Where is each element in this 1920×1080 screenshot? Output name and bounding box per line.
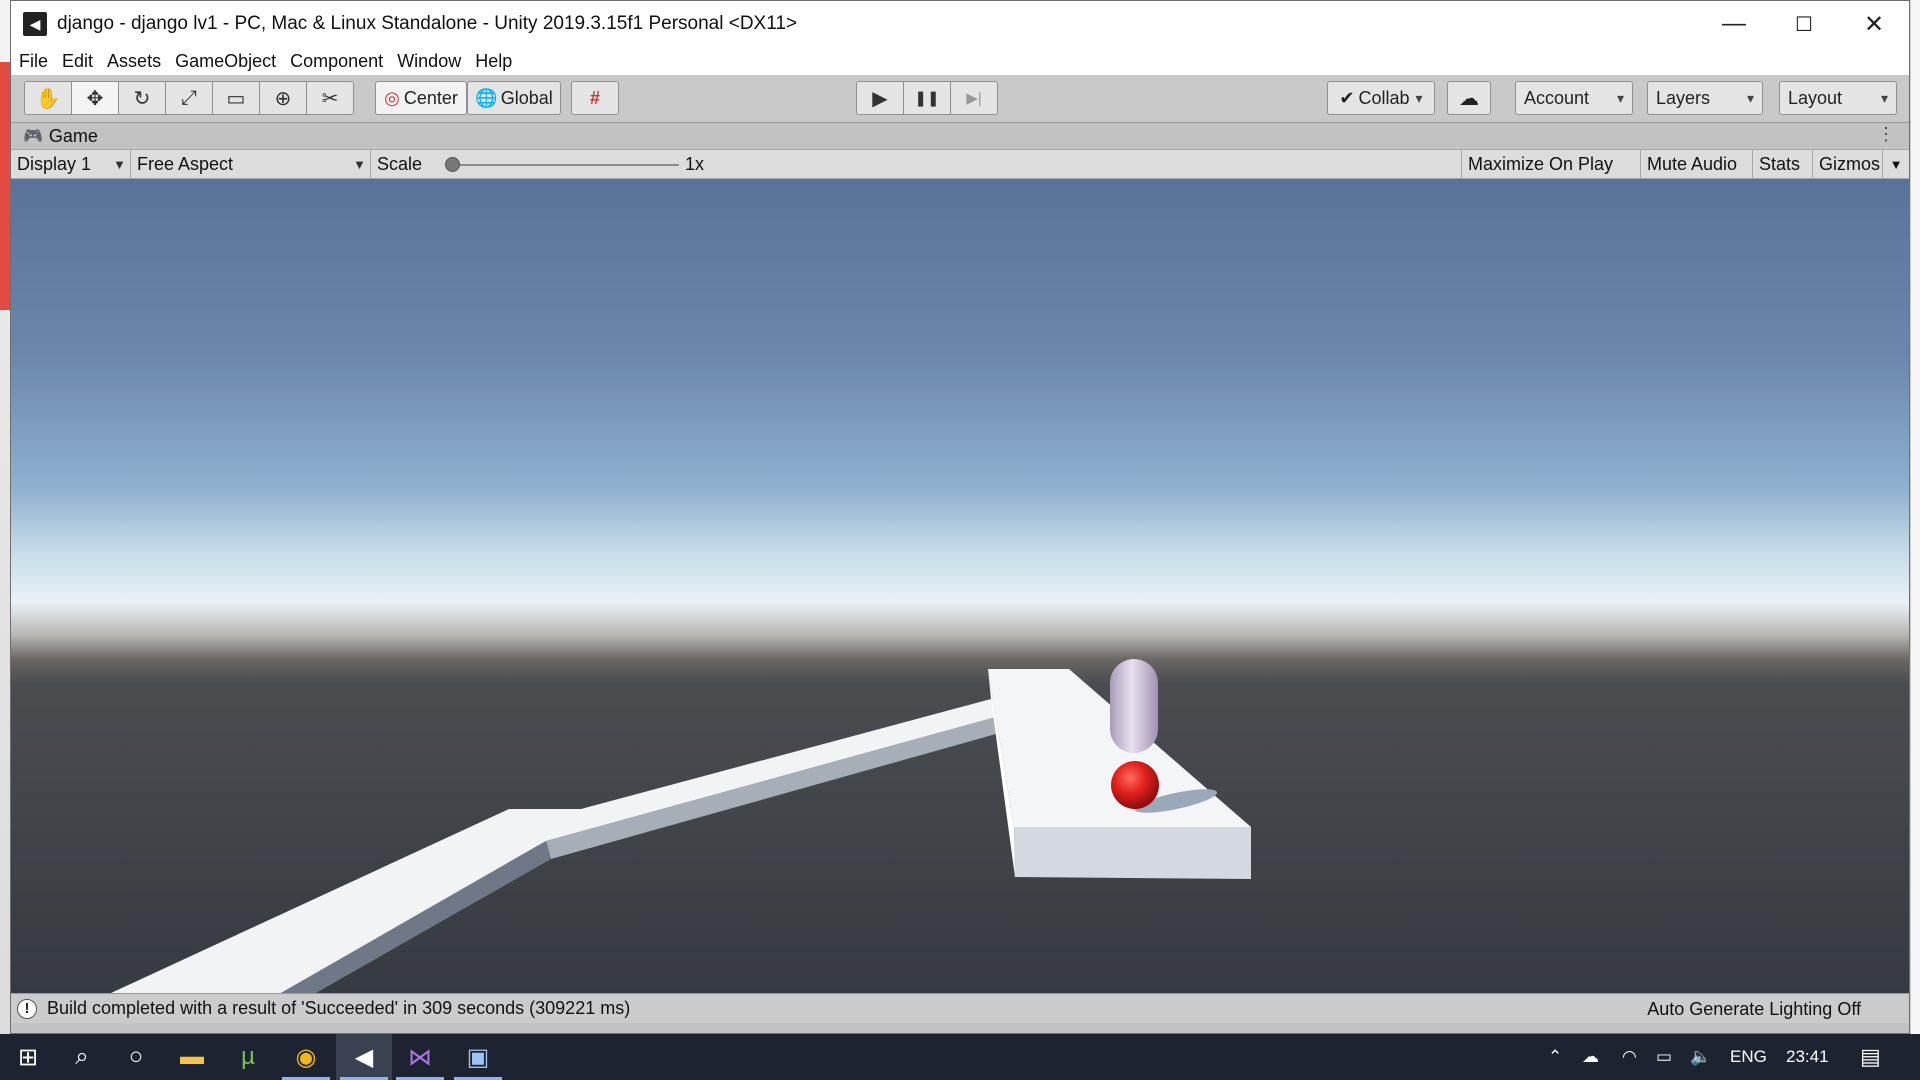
red-ball [1111, 761, 1159, 809]
chevron-down-icon: ▼ [353, 157, 366, 172]
cortana-icon[interactable]: ○ [108, 1034, 164, 1080]
layout-dropdown[interactable]: Layout [1779, 81, 1897, 115]
wifi-icon[interactable]: ◠ [1622, 1034, 1637, 1080]
tab-menu-icon[interactable]: ⋮ [1877, 124, 1895, 145]
scale-value: 1x [685, 154, 705, 174]
windows-taskbar: ⊞ ⌕ ○ ▬ µ ◉ ◀ ⋈ ▣ ⌃ ☁ ◠ ▭ 🔈 ENG 23:41 ▤ [0, 1034, 1920, 1080]
account-dropdown[interactable]: Account [1515, 81, 1633, 115]
gizmos-dropdown-icon[interactable]: ▼ [1883, 150, 1909, 179]
pause-icon[interactable]: ❚❚ [903, 81, 951, 115]
unity-logo-icon: ◀ [23, 12, 47, 36]
rotate-tool-icon[interactable]: ↻ [118, 81, 166, 115]
menu-edit[interactable]: Edit [62, 51, 93, 72]
unity-editor-window: ◀ django - django lv1 - PC, Mac & Linux … [10, 0, 1910, 1034]
volume-icon[interactable]: 🔈 [1690, 1034, 1711, 1080]
custom-tool-icon[interactable]: ✂ [306, 81, 354, 115]
maximize-on-play-toggle[interactable]: Maximize On Play [1461, 150, 1641, 179]
title-bar[interactable]: ◀ django - django lv1 - PC, Mac & Linux … [11, 1, 1909, 47]
minimize-button[interactable]: — [1699, 1, 1769, 47]
layout-label: Layout [1788, 87, 1843, 108]
cloud-icon[interactable]: ☁ [1447, 81, 1491, 115]
menu-bar: File Edit Assets GameObject Component Wi… [11, 47, 1909, 75]
layers-dropdown[interactable]: Layers [1647, 81, 1763, 115]
scale-slider-handle[interactable] [445, 157, 460, 172]
menu-gameobject[interactable]: GameObject [175, 51, 276, 72]
status-bar[interactable]: ! Build completed with a result of 'Succ… [11, 993, 1909, 1023]
collab-dropdown[interactable]: ✔ Collab [1327, 81, 1435, 115]
scale-slider-track[interactable] [451, 164, 679, 166]
utorrent-icon[interactable]: µ [220, 1034, 276, 1080]
step-icon[interactable]: ▶| [950, 81, 998, 115]
desktop-background-left [0, 0, 10, 1034]
chevron-down-icon: ▼ [113, 157, 126, 172]
pivot-label: Center [403, 87, 458, 108]
show-hidden-icons-icon[interactable]: ⌃ [1548, 1034, 1562, 1080]
info-icon: ! [17, 998, 37, 1019]
scale-tool-icon[interactable]: ⤢ [165, 81, 213, 115]
menu-window[interactable]: Window [397, 51, 461, 72]
gizmos-toggle[interactable]: Gizmos [1813, 150, 1883, 179]
maximize-button[interactable]: ☐ [1769, 1, 1839, 47]
player-capsule [1110, 659, 1158, 753]
game-scene-render [11, 179, 1909, 993]
account-label: Account [1524, 87, 1590, 108]
menu-assets[interactable]: Assets [107, 51, 161, 72]
window-title: django - django lv1 - PC, Mac & Linux St… [57, 13, 798, 34]
stats-toggle[interactable]: Stats [1753, 150, 1813, 179]
pivot-global-toggle[interactable]: 🌐 Global [467, 81, 561, 115]
clock[interactable]: 23:41 [1786, 1034, 1829, 1080]
close-button[interactable]: ✕ [1839, 1, 1909, 47]
move-tool-icon[interactable]: ✥ [71, 81, 119, 115]
menu-help[interactable]: Help [475, 51, 512, 72]
globe-icon: 🌐 [475, 87, 498, 108]
hand-tool-icon[interactable]: ✋ [24, 81, 72, 115]
battery-icon[interactable]: ▭ [1656, 1034, 1672, 1080]
pivot-center-toggle[interactable]: ◎ Center [375, 81, 467, 115]
transform-tools: ✋ ✥ ↻ ⤢ ▭ ⊕ ✂ [24, 81, 354, 115]
pivot-icon: ◎ [384, 87, 400, 108]
display-label: Display 1 [17, 154, 92, 174]
gamepad-icon: 🎮 [23, 128, 43, 145]
desktop-background-right [1910, 0, 1920, 1034]
check-icon: ✔ [1339, 87, 1355, 108]
play-controls: ▶ ❚❚ ▶| [856, 81, 998, 115]
game-tab-label: Game [48, 125, 98, 146]
notifications-icon[interactable]: ▤ [1860, 1034, 1881, 1080]
aspect-dropdown[interactable]: Free Aspect ▼ [131, 150, 371, 179]
status-message: Build completed with a result of 'Succee… [47, 998, 631, 1018]
visual-studio-icon[interactable]: ⋈ [392, 1034, 448, 1080]
display-dropdown[interactable]: Display 1 ▼ [11, 150, 131, 179]
layers-label: Layers [1656, 87, 1711, 108]
onedrive-error-icon[interactable]: ☁ [1582, 1034, 1599, 1080]
game-tab[interactable]: 🎮 Game ⋮ [11, 123, 1909, 149]
menu-component[interactable]: Component [290, 51, 383, 72]
unity-hub-icon[interactable]: ▣ [450, 1034, 506, 1080]
aspect-label: Free Aspect [137, 154, 234, 174]
menu-file[interactable]: File [19, 51, 48, 72]
play-icon[interactable]: ▶ [856, 81, 904, 115]
search-icon[interactable]: ⌕ [54, 1034, 110, 1080]
space-label: Global [500, 87, 553, 108]
game-view[interactable] [11, 179, 1909, 993]
transform-tool-icon[interactable]: ⊕ [259, 81, 307, 115]
collab-label: Collab [1358, 87, 1410, 108]
game-view-toolbar: Display 1 ▼ Free Aspect ▼ Scale 1x Maxim… [11, 149, 1909, 179]
unity-icon[interactable]: ◀ [336, 1034, 392, 1080]
file-explorer-icon[interactable]: ▬ [164, 1034, 220, 1080]
windows-start-icon[interactable]: ⊞ [0, 1034, 56, 1080]
chrome-icon[interactable]: ◉ [278, 1034, 334, 1080]
lighting-status[interactable]: Auto Generate Lighting Off [1647, 999, 1861, 1020]
rect-tool-icon[interactable]: ▭ [212, 81, 260, 115]
main-toolbar: ✋ ✥ ↻ ⤢ ▭ ⊕ ✂ ◎ Center 🌐 Global # ▶ ❚❚ ▶… [11, 75, 1909, 123]
language-indicator[interactable]: ENG [1730, 1034, 1767, 1080]
mute-audio-toggle[interactable]: Mute Audio [1641, 150, 1753, 179]
grid-snap-icon[interactable]: # [571, 81, 619, 115]
